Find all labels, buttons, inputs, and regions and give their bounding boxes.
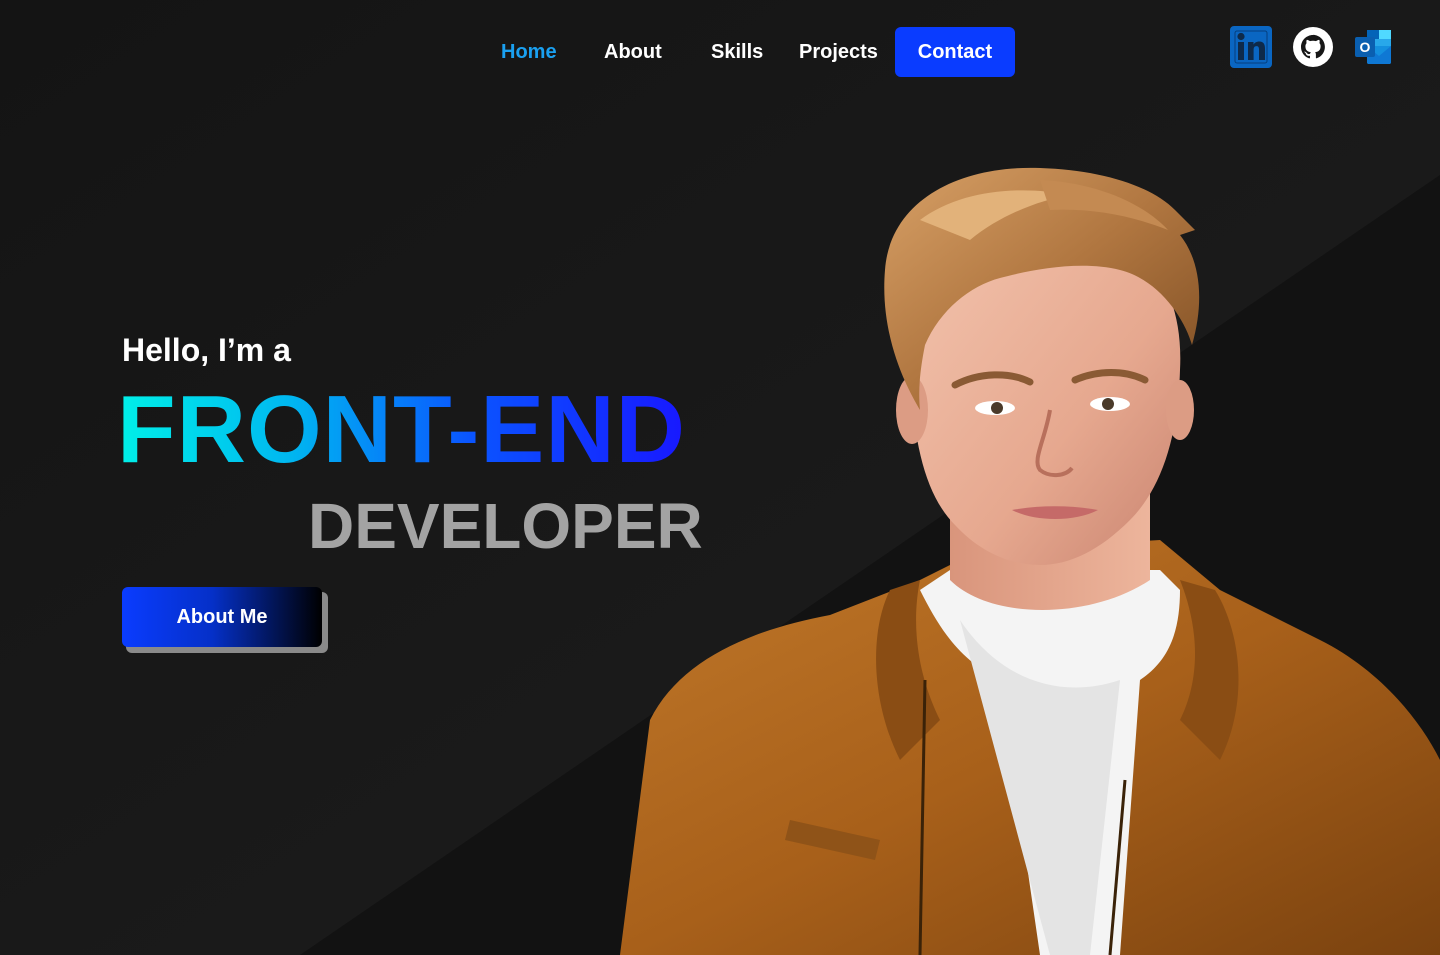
hero-role: FRONT-END <box>117 376 686 483</box>
about-me-button[interactable]: About Me <box>122 587 322 647</box>
contact-button[interactable]: Contact <box>895 27 1015 77</box>
github-icon <box>1293 27 1333 67</box>
nav-skills-link[interactable]: Skills <box>711 38 763 66</box>
outlook-icon: O <box>1355 30 1391 64</box>
github-link[interactable] <box>1292 26 1334 68</box>
outlook-link[interactable]: O <box>1353 26 1395 68</box>
nav-home-link[interactable]: Home <box>501 38 557 66</box>
nav-projects-link[interactable]: Projects <box>799 38 878 66</box>
hero-greeting: Hello, I’m a <box>122 332 291 368</box>
nav-about-link[interactable]: About <box>604 38 662 66</box>
landing-page: Home About Skills Projects Contact O Hel… <box>0 0 1440 955</box>
outlook-glyph: O <box>1360 39 1371 55</box>
linkedin-icon <box>1230 26 1272 68</box>
hero-portrait <box>620 167 1440 955</box>
linkedin-link[interactable] <box>1230 26 1272 68</box>
top-navigation: Home About Skills Projects Contact O <box>0 0 1440 105</box>
